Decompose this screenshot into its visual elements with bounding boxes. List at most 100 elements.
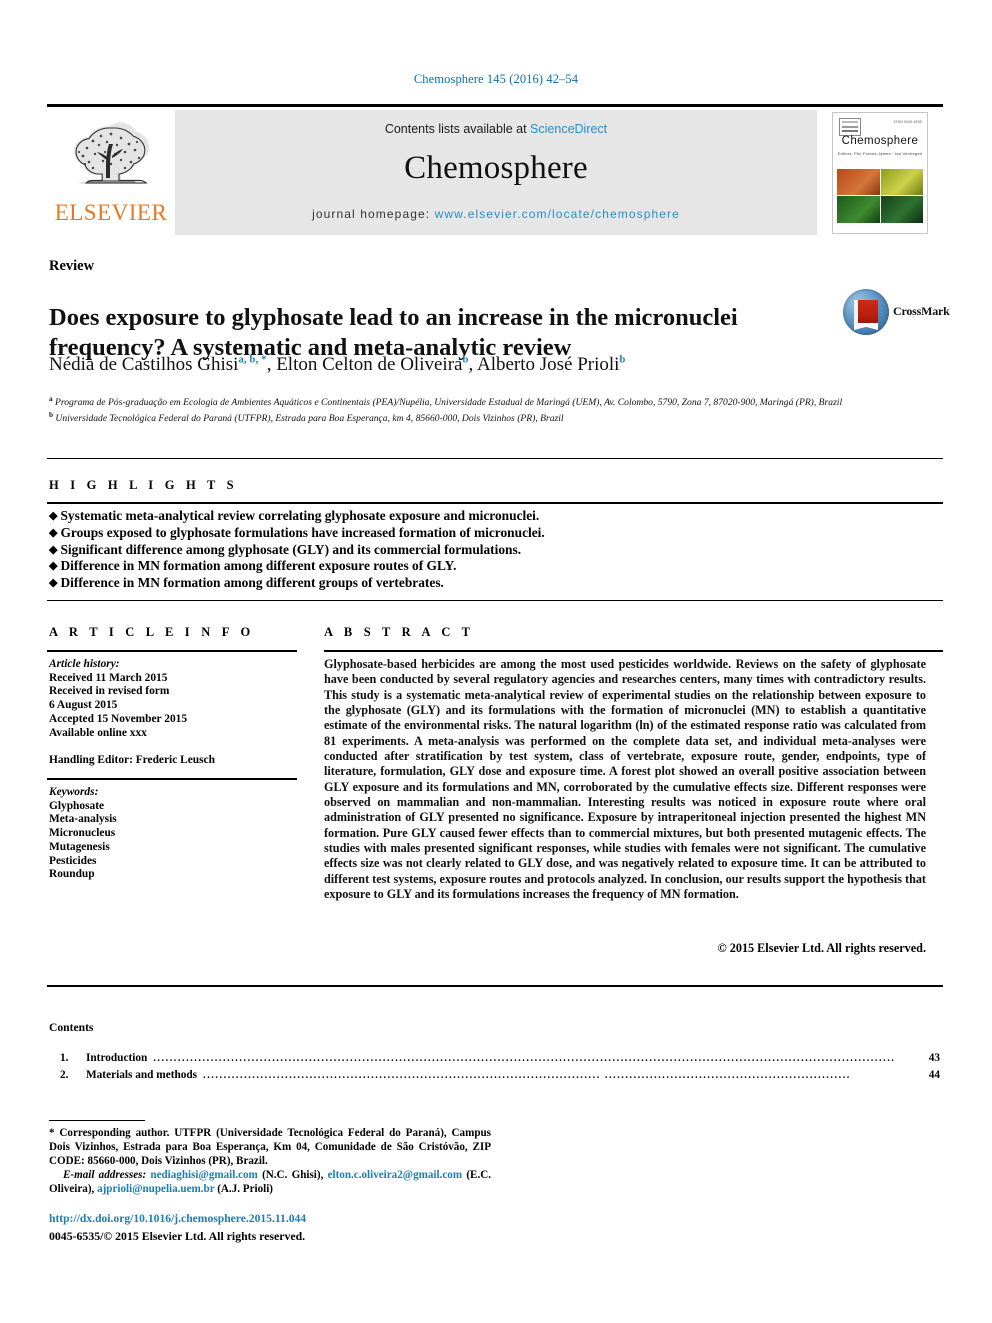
email-addresses-label: E-mail addresses: [63, 1169, 147, 1182]
cover-publisher-icon [839, 117, 861, 136]
toc-leader-dots: ........................................… [153, 1053, 896, 1064]
cover-photo-3 [837, 196, 880, 223]
list-item: ◆ Groups exposed to glyphosate formulatio… [49, 525, 939, 542]
handling-editor: Handling Editor: Frederic Leusch [49, 753, 215, 766]
journal-homepage-link[interactable]: www.elsevier.com/locate/chemosphere [435, 207, 680, 221]
running-head: Chemosphere 145 (2016) 42–54 [413, 72, 579, 86]
cover-photo-2 [880, 168, 923, 195]
article-history-item: Accepted 15 November 2015 [49, 712, 188, 725]
bullet-icon: ◆ [49, 577, 58, 590]
list-item: ◆ Systematic meta-analytical review corre… [49, 508, 939, 525]
article-history-label: Article history: [49, 658, 120, 670]
highlight-text: Significant difference among glyphosate … [60, 541, 522, 557]
highlight-text: Difference in MN formation among differe… [60, 575, 444, 591]
article-info-divider [47, 650, 297, 652]
journal-cover-thumbnail: ISSN 0045-6535 Chemosphere Editors: Phil… [817, 110, 943, 235]
crossmark-circle-icon [843, 289, 889, 335]
highlights-list: ◆ Systematic meta-analytical review corre… [49, 508, 939, 592]
doi-link[interactable]: http://dx.doi.org/10.1016/j.chemosphere.… [49, 1212, 306, 1225]
cover-journal-name: Chemosphere [841, 134, 919, 147]
sciencedirect-link[interactable]: ScienceDirect [530, 122, 607, 136]
affiliation-item: a Programa de Pós-graduação em Ecologia … [49, 393, 919, 409]
journal-homepage-label: journal homepage: [312, 207, 435, 221]
journal-banner: Contents lists available at ScienceDirec… [175, 110, 817, 235]
email-link[interactable]: elton.c.oliveira2@gmail.com [328, 1169, 462, 1181]
email-owner: (A.J. Prioli) [217, 1183, 273, 1196]
affiliation-text: Universidade Tecnológica Federal do Para… [55, 413, 564, 425]
crossmark-label: CrossMark [893, 304, 950, 318]
cover-subtitle: Editors: Phil Forbes-James · Ian Versteg… [837, 150, 923, 156]
email-link[interactable]: nediaghisi@gmail.com [150, 1169, 257, 1181]
abstract-divider [324, 650, 943, 652]
list-item: ◆ Difference in MN formation among differ… [49, 575, 939, 592]
journal-title: Chemosphere [404, 150, 588, 186]
elsevier-wordmark: ELSEVIER [54, 200, 168, 225]
list-item[interactable]: 2. Materials and methods ...............… [60, 1069, 940, 1081]
keywords-block: Keywords: Glyphosate Meta-analysis Micro… [49, 786, 299, 882]
keywords-label: Keywords: [49, 786, 99, 798]
keyword-item: Pesticides [49, 854, 97, 867]
journal-masthead: ELSEVIER Contents lists available at Sci… [47, 104, 943, 235]
author-name: Alberto José Prioli [476, 354, 620, 375]
highlights-bottom-divider [47, 600, 943, 601]
article-history-item: Available online xxx [49, 726, 147, 739]
article-history-item: 6 August 2015 [49, 699, 118, 712]
toc-page-number: 44 [928, 1069, 940, 1081]
author-affil-marks: a, b, * [238, 354, 267, 366]
keyword-item: Meta-analysis [49, 813, 117, 826]
author-affil-marks: b [619, 354, 626, 366]
keyword-item: Roundup [49, 868, 95, 881]
cover-photo-1 [837, 168, 880, 195]
author-list: Nédia de Castilhos Ghisia, b, *, Elton C… [49, 354, 909, 376]
cover-photo-4 [880, 196, 923, 223]
cover-leaf-photos [837, 168, 923, 223]
contents-heading: Contents [49, 1021, 94, 1034]
abstract-label: A B S T R A C T [324, 625, 475, 639]
highlight-text: Difference in MN formation among differe… [60, 558, 457, 574]
author-separator: , [468, 354, 477, 375]
crossmark-badge[interactable]: CrossMark [843, 287, 950, 339]
toc-leader-dots: ........................................… [203, 1070, 851, 1081]
article-history-item: Received 11 March 2015 [49, 671, 168, 684]
footnote-divider [49, 1120, 145, 1121]
affiliation-text: Programa de Pós-graduação em Ecologia de… [55, 397, 843, 409]
list-item[interactable]: 1. Introduction ........................… [60, 1052, 940, 1064]
article-history-item: Received in revised form [49, 685, 170, 698]
footnote-block: * Corresponding author. UTFPR (Universid… [49, 1126, 491, 1196]
author-separator: , [266, 354, 277, 375]
toc-title[interactable]: Introduction [86, 1052, 151, 1064]
affiliation-item: b Universidade Tecnológica Federal do Pa… [49, 409, 919, 425]
toc-title[interactable]: Materials and methods [86, 1069, 201, 1081]
article-type: Review [49, 258, 95, 274]
article-history-block: Article history: Received 11 March 2015 … [49, 658, 299, 768]
abstract-copyright: © 2015 Elsevier Ltd. All rights reserved… [717, 941, 926, 955]
highlights-divider [47, 502, 943, 504]
abstract-text: Glyphosate-based herbicides are among th… [324, 657, 926, 902]
author-name: Elton Celton de Oliveira [276, 354, 463, 375]
list-item: ◆ Significant difference among glyphosate… [49, 542, 939, 559]
bullet-icon: ◆ [49, 543, 58, 556]
elsevier-logo: ELSEVIER [47, 110, 175, 235]
highlights-label: H I G H L I G H T S [49, 478, 238, 492]
bullet-icon: ◆ [49, 526, 58, 539]
keyword-item: Mutagenesis [49, 840, 110, 853]
affiliation-mark: b [49, 411, 53, 420]
contents-available-text: Contents lists available at [384, 122, 531, 136]
bullet-icon: ◆ [49, 560, 58, 573]
issn-copyright-line: 0045-6535/© 2015 Elsevier Ltd. All right… [49, 1229, 306, 1243]
contents-top-divider [47, 985, 943, 987]
cover-issn-text: ISSN 0045-6535 [894, 119, 922, 124]
toc-number: 2. [60, 1069, 69, 1081]
highlights-top-divider [47, 458, 943, 459]
email-link[interactable]: ajprioli@nupelia.uem.br [97, 1183, 214, 1195]
journal-article-page: Chemosphere 145 (2016) 42–54 ELSEVIER Co… [0, 0, 992, 1323]
contents-available-line: Contents lists available at ScienceDirec… [385, 122, 607, 136]
highlight-text: Groups exposed to glyphosate formulation… [60, 524, 545, 540]
affiliation-mark: a [49, 395, 53, 403]
corresponding-author-note: * Corresponding author. UTFPR (Universid… [49, 1127, 491, 1168]
keyword-item: Glyphosate [49, 799, 105, 812]
article-info-label: A R T I C L E I N F O [49, 625, 255, 639]
elsevier-tree-icon [73, 122, 149, 184]
journal-homepage-line: journal homepage: www.elsevier.com/locat… [312, 207, 680, 221]
